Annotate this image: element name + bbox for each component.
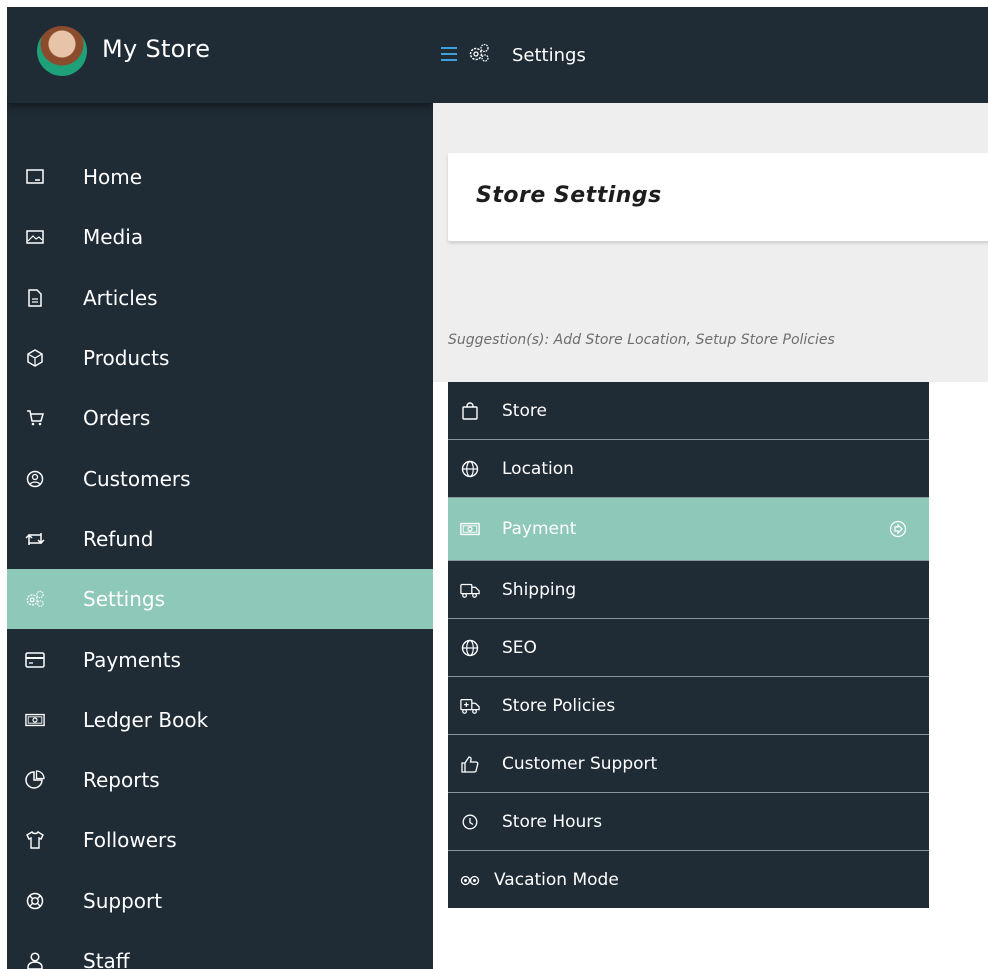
sidebar-item-support[interactable]: Support xyxy=(7,871,433,931)
page-title: Store Settings xyxy=(476,183,662,208)
sidebar-item-products[interactable]: Products xyxy=(7,328,433,388)
image-icon xyxy=(25,227,45,247)
sidebar-item-orders[interactable]: Orders xyxy=(7,388,433,448)
sidebar: My Store Home Media Articles Products Or… xyxy=(7,7,433,969)
brand-header: My Store xyxy=(7,7,433,103)
clock-icon xyxy=(460,812,480,832)
settings-tab-store-hours[interactable]: Store Hours xyxy=(448,793,929,851)
settings-tab-label: Payment xyxy=(502,519,577,539)
sidebar-item-articles[interactable]: Articles xyxy=(7,268,433,328)
sidebar-item-label: Followers xyxy=(83,828,177,853)
store-name[interactable]: My Store xyxy=(102,35,210,63)
money-icon xyxy=(460,519,480,539)
sidebar-item-label: Articles xyxy=(83,285,158,310)
settings-tab-label: SEO xyxy=(502,637,537,658)
lifebuoy-icon xyxy=(25,891,45,911)
sidebar-item-label: Home xyxy=(83,165,143,190)
truck-icon xyxy=(460,580,480,600)
cart-icon xyxy=(25,408,45,428)
suggestion-text: Suggestion(s): Add Store Location, Setup… xyxy=(448,332,835,348)
sidebar-item-label: Support xyxy=(83,888,163,913)
sidebar-item-label: Ledger Book xyxy=(83,707,209,732)
user-icon xyxy=(25,951,45,969)
settings-tab-store[interactable]: Store xyxy=(448,382,929,440)
sidebar-item-label: Products xyxy=(83,346,170,371)
sidebar-item-customers[interactable]: Customers xyxy=(7,448,433,508)
refund-icon xyxy=(25,529,45,549)
settings-tab-label: Customer Support xyxy=(502,753,658,774)
settings-tab-shipping[interactable]: Shipping xyxy=(448,561,929,619)
settings-tab-customer-support[interactable]: Customer Support xyxy=(448,735,929,793)
settings-tab-label: Shipping xyxy=(502,579,577,600)
credit-card-icon xyxy=(25,650,45,670)
gears-icon xyxy=(25,589,45,609)
sidebar-item-followers[interactable]: Followers xyxy=(7,810,433,870)
sidebar-item-payments[interactable]: Payments xyxy=(7,629,433,689)
sidebar-item-label: Media xyxy=(83,225,144,250)
settings-menu: Store Location Payment Shipping SEO Stor… xyxy=(448,382,929,908)
gears-icon xyxy=(468,43,490,63)
sidebar-item-label: Orders xyxy=(83,406,151,431)
sidebar-item-ledger-book[interactable]: Ledger Book xyxy=(7,690,433,750)
pie-chart-icon xyxy=(25,770,45,790)
settings-tab-location[interactable]: Location xyxy=(448,440,929,498)
sidebar-nav: Home Media Articles Products Orders Cust… xyxy=(7,147,433,969)
arrow-circle-right-icon xyxy=(889,520,907,538)
sidebar-item-label: Staff xyxy=(83,949,130,969)
settings-tab-seo[interactable]: SEO xyxy=(448,619,929,677)
ambulance-icon xyxy=(460,696,480,716)
sidebar-item-staff[interactable]: Staff xyxy=(7,931,433,969)
settings-tab-label: Store xyxy=(502,400,547,421)
sidebar-item-label: Customers xyxy=(83,466,191,491)
document-icon xyxy=(25,288,45,308)
hamburger-menu-icon[interactable] xyxy=(441,47,457,61)
globe-icon xyxy=(460,459,480,479)
avatar[interactable] xyxy=(37,26,87,76)
content-header-area: Store Settings Suggestion(s): Add Store … xyxy=(433,103,988,382)
tripadvisor-icon xyxy=(460,870,480,890)
tshirt-icon xyxy=(25,830,45,850)
sidebar-item-label: Settings xyxy=(83,587,166,612)
user-circle-icon xyxy=(25,469,45,489)
sidebar-item-settings[interactable]: Settings xyxy=(7,569,433,630)
bag-icon xyxy=(460,401,480,421)
settings-tab-store-policies[interactable]: Store Policies xyxy=(448,677,929,735)
sidebar-item-label: Payments xyxy=(83,647,181,672)
settings-tab-vacation-mode[interactable]: Vacation Mode xyxy=(448,851,929,908)
sidebar-item-reports[interactable]: Reports xyxy=(7,750,433,810)
top-bar: Settings xyxy=(433,7,988,103)
sidebar-item-label: Reports xyxy=(83,768,160,793)
thumbs-up-icon xyxy=(460,754,480,774)
settings-tab-payment[interactable]: Payment xyxy=(448,498,929,561)
sidebar-item-label: Refund xyxy=(83,526,154,551)
money-icon xyxy=(25,710,45,730)
settings-tab-label: Store Policies xyxy=(502,695,616,716)
settings-tab-label: Vacation Mode xyxy=(494,869,619,890)
settings-tab-label: Location xyxy=(502,458,574,479)
sidebar-item-home[interactable]: Home xyxy=(7,147,433,207)
top-bar-title: Settings xyxy=(512,45,586,66)
sidebar-item-refund[interactable]: Refund xyxy=(7,509,433,569)
home-icon xyxy=(25,167,45,187)
settings-tab-label: Store Hours xyxy=(502,811,603,832)
page-title-card: Store Settings xyxy=(448,153,988,241)
sidebar-item-media[interactable]: Media xyxy=(7,207,433,267)
cube-icon xyxy=(25,348,45,368)
globe-icon xyxy=(460,638,480,658)
